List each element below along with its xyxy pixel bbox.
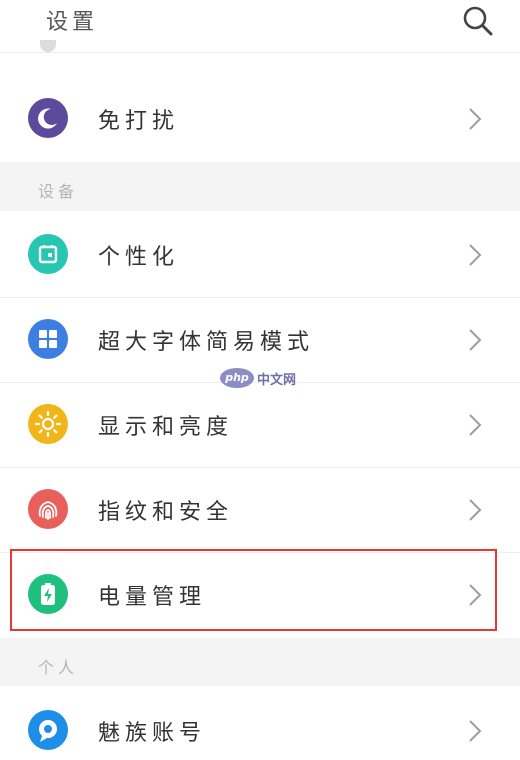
chevron-right-icon [469, 414, 482, 436]
settings-row-label: 个性化 [98, 245, 180, 270]
partial-icon [40, 40, 56, 52]
settings-row-dnd[interactable]: 免打扰 [0, 77, 520, 161]
settings-page: 设置 免打扰 设备 个性化 超大字体简易模式 显示和亮度 指纹和安全 电量管理 … [0, 0, 520, 760]
settings-row-account[interactable]: 魅族账号 [0, 689, 520, 760]
section-header-device: 设备 [0, 162, 520, 211]
section-title: 设备 [38, 182, 79, 201]
chevron-right-icon [469, 108, 482, 130]
settings-row-label: 指纹和安全 [98, 500, 234, 525]
account-icon [28, 710, 68, 750]
chevron-right-icon [469, 499, 482, 521]
watermark-logo: php [220, 368, 254, 388]
grid-icon [28, 319, 68, 359]
theme-icon [28, 234, 68, 274]
chevron-right-icon [469, 720, 482, 742]
fingerprint-icon [28, 489, 68, 529]
chevron-right-icon [469, 244, 482, 266]
settings-row-label: 魅族账号 [98, 721, 207, 746]
moon-icon [28, 98, 68, 138]
settings-row-label: 显示和亮度 [98, 415, 234, 440]
highlight-box [10, 549, 497, 631]
chevron-right-icon [469, 329, 482, 351]
settings-row-fingerprint[interactable]: 指纹和安全 [0, 468, 520, 552]
search-icon[interactable] [462, 5, 494, 37]
settings-row-personalize[interactable]: 个性化 [0, 213, 520, 297]
section-title: 个人 [38, 658, 79, 677]
sun-icon [28, 404, 68, 444]
page-title: 设置 [46, 10, 99, 35]
settings-row-label: 免打扰 [98, 109, 180, 134]
app-header: 设置 [0, 0, 520, 53]
settings-row-display[interactable]: 显示和亮度 [0, 383, 520, 467]
watermark: php 中文网 [220, 368, 296, 388]
settings-row-label: 超大字体简易模式 [98, 330, 315, 355]
watermark-text: 中文网 [257, 372, 297, 388]
section-header-personal: 个人 [0, 638, 520, 686]
